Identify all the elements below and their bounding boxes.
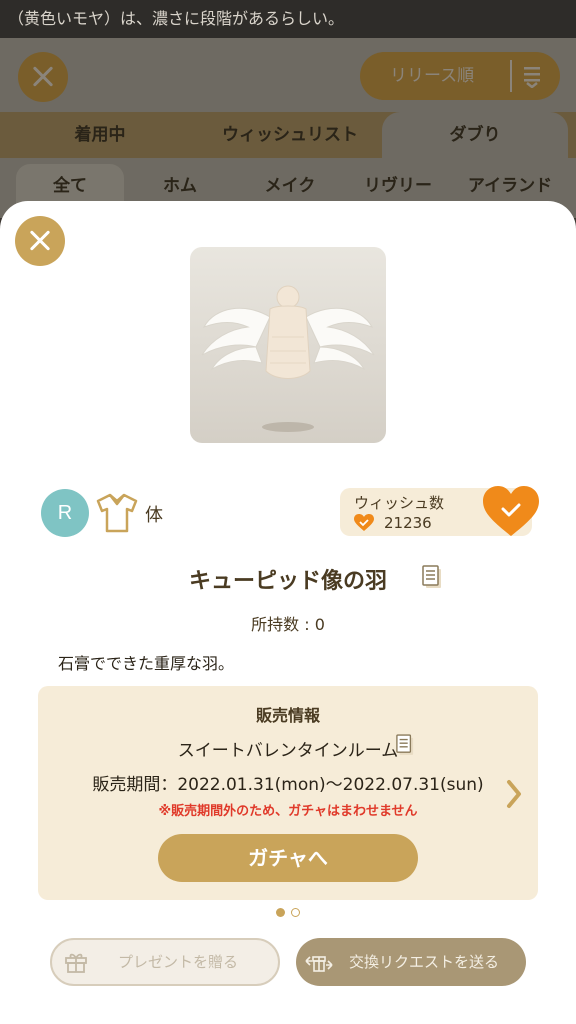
send-present-label: プレゼントを贈る bbox=[117, 953, 238, 971]
wish-count-title: ウィッシュ数 bbox=[354, 494, 445, 512]
item-description: 石膏でできた重厚な羽。 bbox=[58, 654, 235, 673]
item-detail-modal: R 体 ウィッシュ数 21236 キューピッド像の羽 所持数 : 0 石膏ででき… bbox=[0, 201, 576, 1024]
sort-button: リリース順 bbox=[360, 52, 560, 100]
sale-period: 販売期間：2022.01.31(mon)〜2022.07.31(sun) bbox=[92, 775, 484, 795]
sort-divider bbox=[510, 60, 512, 92]
cupid-wings-icon bbox=[201, 285, 375, 432]
sale-info-title: 販売情報 bbox=[255, 706, 320, 725]
sale-warning: ※販売期間外のため、ガチャはまわせません bbox=[158, 804, 418, 819]
document-icon[interactable] bbox=[422, 565, 442, 589]
wish-heart-icon[interactable] bbox=[482, 486, 540, 538]
sale-info-panel: 販売情報 スイートバレンタインルーム 販売期間：2022.01.31(mon)〜… bbox=[38, 686, 538, 900]
tab-wishlist: ウィッシュリスト bbox=[222, 125, 358, 145]
item-image bbox=[190, 247, 386, 443]
pagination-dot-active[interactable] bbox=[276, 908, 285, 917]
item-name: キューピッド像の羽 bbox=[0, 563, 576, 595]
gacha-name-link[interactable]: スイートバレンタインルーム bbox=[38, 736, 538, 761]
wish-count-value: 21236 bbox=[384, 514, 432, 532]
trade-request-button[interactable]: 交換リクエストを送る bbox=[296, 938, 526, 986]
exchange-gift-icon bbox=[305, 956, 333, 972]
shirt-icon bbox=[96, 493, 138, 533]
gift-icon bbox=[65, 953, 87, 973]
close-button[interactable] bbox=[15, 216, 65, 266]
chevron-right-icon[interactable] bbox=[504, 778, 524, 810]
background-close-icon bbox=[18, 52, 68, 102]
hint-text: （黄色いモヤ）は、濃さに段階があるらしい。 bbox=[0, 0, 576, 38]
tab-wearing: 着用中 bbox=[74, 125, 126, 145]
sort-order-icon bbox=[524, 67, 540, 88]
trade-request-label: 交換リクエストを送る bbox=[348, 953, 499, 971]
go-to-gacha-button[interactable]: ガチャへ bbox=[158, 834, 418, 882]
category-label: 体 bbox=[145, 505, 163, 526]
tab-duplicates: ダブり bbox=[382, 112, 568, 158]
pagination-dots bbox=[276, 908, 302, 918]
gacha-document-icon[interactable] bbox=[396, 734, 414, 756]
rarity-badge: R bbox=[41, 489, 89, 537]
background-tab-bar: 着用中 ウィッシュリスト ダブり bbox=[0, 112, 576, 158]
item-name-text: キューピッド像の羽 bbox=[188, 569, 387, 594]
owned-count: 所持数 : 0 bbox=[251, 615, 325, 634]
sort-label: リリース順 bbox=[390, 66, 475, 86]
pagination-dot[interactable] bbox=[291, 908, 300, 917]
small-heart-icon bbox=[354, 514, 374, 531]
background-header: リリース順 bbox=[0, 38, 576, 112]
send-present-button[interactable]: プレゼントを贈る bbox=[50, 938, 280, 986]
